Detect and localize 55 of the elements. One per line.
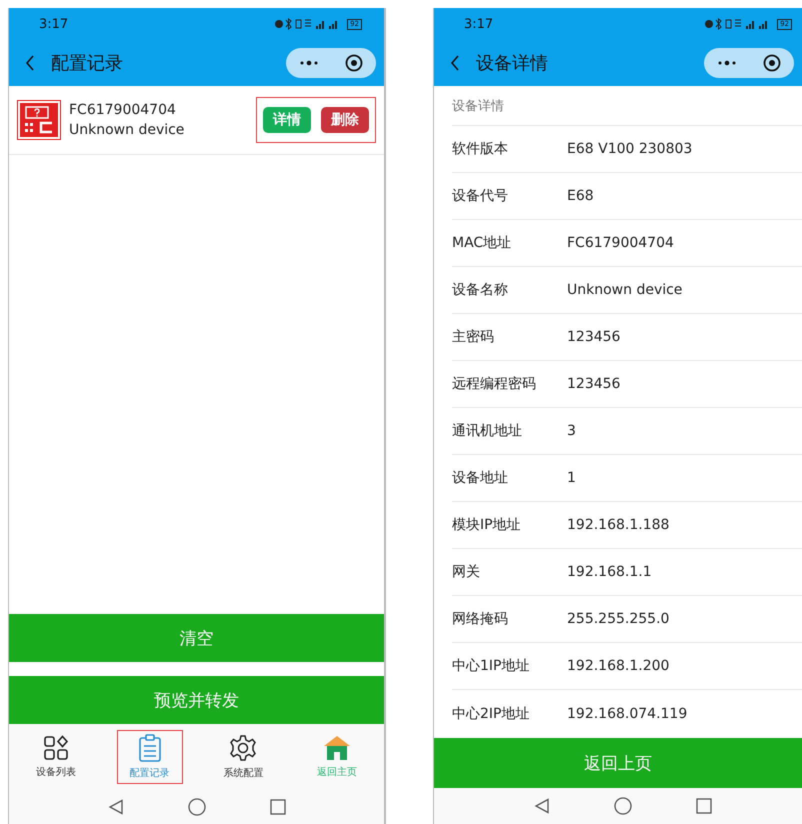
preview-forward-button[interactable]: 预览并转发	[9, 676, 384, 724]
field-value: 192.168.1.200	[567, 658, 670, 674]
field-label: 通讯机地址	[452, 422, 523, 440]
field-label: 网关	[452, 563, 481, 581]
field-value: 192.168.1.188	[567, 517, 670, 533]
device-unknown-icon	[17, 100, 61, 140]
tab-item[interactable]: 设备列表	[22, 731, 89, 783]
gear-icon	[229, 734, 258, 762]
recents-nav-icon[interactable]	[270, 799, 286, 815]
grid-icon	[42, 735, 69, 761]
details-button[interactable]: 详情	[263, 107, 311, 133]
home-nav-icon[interactable]	[188, 798, 206, 816]
field-label: 中心2IP地址	[452, 704, 530, 722]
section-title: 设备详情	[452, 86, 802, 126]
field-label: 软件版本	[452, 140, 509, 158]
back-nav-icon[interactable]	[108, 799, 124, 815]
field-value: E68	[567, 188, 594, 204]
page-title: 设备详情	[476, 52, 549, 75]
page-title: 配置记录	[51, 52, 124, 75]
field-value: Unknown device	[567, 282, 682, 298]
field-label: 设备代号	[452, 187, 509, 205]
more-icon[interactable]	[299, 60, 319, 66]
field-label: MAC地址	[452, 234, 512, 252]
clipboard-icon	[138, 734, 162, 762]
field-value: 123456	[567, 376, 620, 392]
field-value: 255.255.255.0	[567, 611, 670, 627]
field-label: 模块IP地址	[452, 516, 522, 534]
home-nav-icon[interactable]	[614, 797, 632, 815]
field-value: 3	[567, 423, 576, 439]
tab-item[interactable]: 返回主页	[304, 731, 370, 783]
more-icon[interactable]	[717, 60, 737, 66]
device-name: Unknown device	[69, 122, 186, 138]
recents-nav-icon[interactable]	[696, 798, 712, 814]
back-nav-icon[interactable]	[534, 798, 550, 814]
field-label: 主密码	[452, 328, 495, 346]
clear-button[interactable]: 清空	[9, 614, 384, 662]
back-page-button[interactable]: 返回上页	[434, 738, 802, 788]
field-value: 192.168.074.119	[567, 706, 688, 722]
device-mac: FC6179004704	[69, 102, 177, 118]
field-label: 网络掩码	[452, 610, 509, 628]
field-value: 123456	[567, 329, 620, 345]
field-label: 设备名称	[452, 281, 509, 299]
status-time: 3:17	[39, 16, 68, 32]
tab-item[interactable]: 系统配置	[210, 730, 276, 784]
field-value: FC6179004704	[567, 235, 674, 251]
field-value: 1	[567, 470, 576, 486]
field-label: 设备地址	[452, 469, 509, 487]
field-label: 远程编程密码	[452, 375, 537, 393]
home-icon	[323, 735, 352, 761]
field-value: 192.168.1.1	[567, 564, 652, 580]
field-value: E68 V100 230803	[567, 141, 692, 157]
status-time: 3:17	[464, 16, 494, 32]
tab-item[interactable]: 配置记录	[116, 730, 183, 784]
field-label: 中心1IP地址	[452, 657, 530, 675]
delete-button[interactable]: 删除	[321, 107, 369, 133]
